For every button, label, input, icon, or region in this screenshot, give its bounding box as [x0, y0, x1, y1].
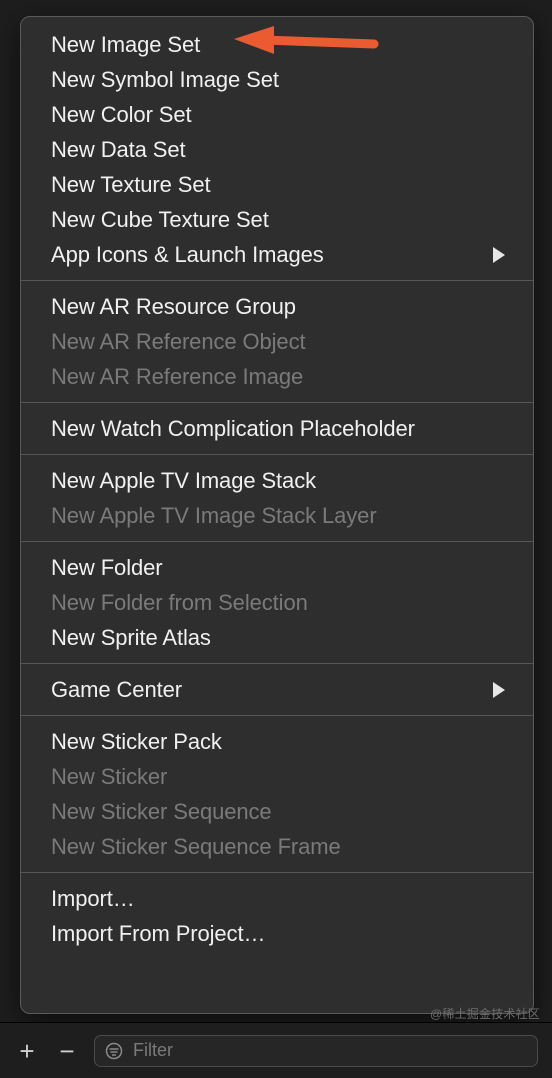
menu-item-label: New Sticker Pack: [51, 726, 505, 757]
menu-section: New Folder New Folder from Selection New S…: [21, 550, 533, 655]
add-button[interactable]: +: [14, 1038, 40, 1064]
menu-item-label: New Symbol Image Set: [51, 64, 505, 95]
filter-icon: [105, 1042, 123, 1060]
menu-item-new-ar-reference-image: New AR Reference Image: [21, 359, 533, 394]
menu-item-new-cube-texture-set[interactable]: New Cube Texture Set: [21, 202, 533, 237]
menu-item-label: Import From Project…: [51, 918, 505, 949]
menu-section: New Sticker Pack New Sticker New Sticker S…: [21, 724, 533, 864]
menu-item-new-sticker: New Sticker: [21, 759, 533, 794]
menu-divider: [21, 541, 533, 542]
menu-divider: [21, 454, 533, 455]
menu-item-new-sticker-sequence: New Sticker Sequence: [21, 794, 533, 829]
menu-item-label: New AR Reference Image: [51, 361, 505, 392]
menu-item-label: Import…: [51, 883, 505, 914]
menu-item-label: New AR Reference Object: [51, 326, 505, 357]
chevron-right-icon: [493, 247, 505, 263]
watermark-text: @稀土掘金技术社区: [430, 1005, 540, 1022]
menu-item-new-color-set[interactable]: New Color Set: [21, 97, 533, 132]
menu-item-import-from-project[interactable]: Import From Project…: [21, 916, 533, 951]
menu-section: New AR Resource Group New AR Reference Ob…: [21, 289, 533, 394]
menu-item-label: New Texture Set: [51, 169, 505, 200]
menu-item-new-watch-complication-placeholder[interactable]: New Watch Complication Placeholder: [21, 411, 533, 446]
menu-item-new-sticker-pack[interactable]: New Sticker Pack: [21, 724, 533, 759]
menu-section: New Image Set New Symbol Image Set New Col…: [21, 27, 533, 272]
remove-button[interactable]: −: [54, 1038, 80, 1064]
menu-item-label: New Sticker Sequence: [51, 796, 505, 827]
menu-item-new-sticker-sequence-frame: New Sticker Sequence Frame: [21, 829, 533, 864]
menu-item-new-apple-tv-image-stack-layer: New Apple TV Image Stack Layer: [21, 498, 533, 533]
menu-item-new-folder-from-selection: New Folder from Selection: [21, 585, 533, 620]
menu-item-label: New Watch Complication Placeholder: [51, 413, 505, 444]
menu-item-label: New Folder: [51, 552, 505, 583]
menu-divider: [21, 663, 533, 664]
menu-item-new-symbol-image-set[interactable]: New Symbol Image Set: [21, 62, 533, 97]
filter-field[interactable]: [94, 1035, 538, 1067]
menu-item-new-sprite-atlas[interactable]: New Sprite Atlas: [21, 620, 533, 655]
menu-item-label: New Apple TV Image Stack Layer: [51, 500, 505, 531]
filter-input[interactable]: [133, 1040, 527, 1061]
menu-item-new-folder[interactable]: New Folder: [21, 550, 533, 585]
menu-item-label: New Apple TV Image Stack: [51, 465, 505, 496]
bottom-toolbar: + −: [0, 1022, 552, 1078]
menu-item-label: New Sticker Sequence Frame: [51, 831, 505, 862]
menu-item-import[interactable]: Import…: [21, 881, 533, 916]
menu-divider: [21, 872, 533, 873]
chevron-right-icon: [493, 682, 505, 698]
menu-item-label: New Sprite Atlas: [51, 622, 505, 653]
menu-section: Import… Import From Project…: [21, 881, 533, 951]
menu-divider: [21, 715, 533, 716]
menu-item-label: New Data Set: [51, 134, 505, 165]
menu-item-new-data-set[interactable]: New Data Set: [21, 132, 533, 167]
menu-item-game-center[interactable]: Game Center: [21, 672, 533, 707]
menu-divider: [21, 280, 533, 281]
menu-divider: [21, 402, 533, 403]
menu-item-new-ar-reference-object: New AR Reference Object: [21, 324, 533, 359]
menu-item-label: New Sticker: [51, 761, 505, 792]
menu-item-label: New Folder from Selection: [51, 587, 505, 618]
menu-section: Game Center: [21, 672, 533, 707]
menu-item-new-texture-set[interactable]: New Texture Set: [21, 167, 533, 202]
context-menu: New Image Set New Symbol Image Set New Col…: [20, 16, 534, 1014]
menu-item-app-icons-launch-images[interactable]: App Icons & Launch Images: [21, 237, 533, 272]
menu-section: New Apple TV Image Stack New Apple TV Ima…: [21, 463, 533, 533]
menu-item-label: Game Center: [51, 674, 485, 705]
menu-item-new-image-set[interactable]: New Image Set: [21, 27, 533, 62]
menu-item-label: New Cube Texture Set: [51, 204, 505, 235]
menu-item-label: New AR Resource Group: [51, 291, 505, 322]
menu-item-label: App Icons & Launch Images: [51, 239, 485, 270]
menu-item-new-apple-tv-image-stack[interactable]: New Apple TV Image Stack: [21, 463, 533, 498]
menu-item-label: New Color Set: [51, 99, 505, 130]
menu-item-new-ar-resource-group[interactable]: New AR Resource Group: [21, 289, 533, 324]
menu-section: New Watch Complication Placeholder: [21, 411, 533, 446]
menu-item-label: New Image Set: [51, 29, 505, 60]
